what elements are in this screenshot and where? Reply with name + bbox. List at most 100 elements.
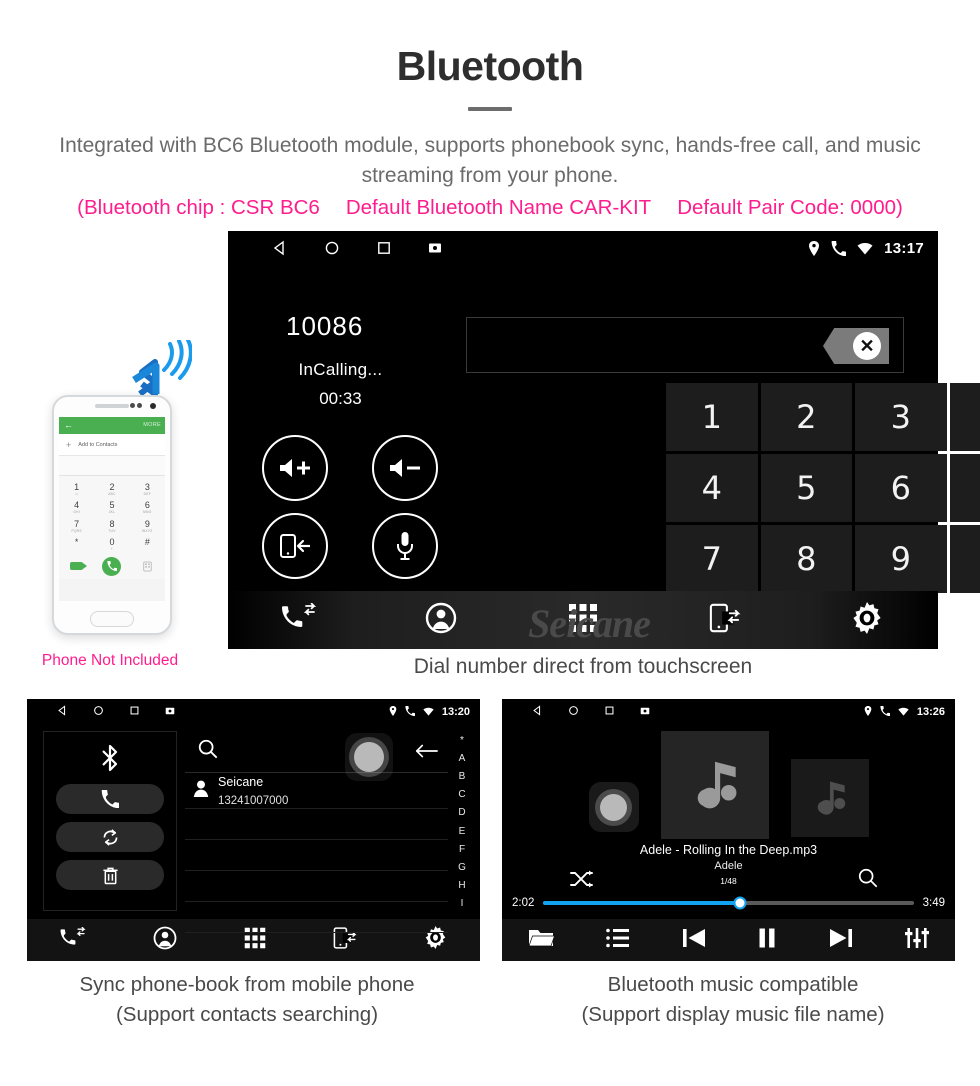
seek-progress: [543, 901, 740, 905]
backspace-button[interactable]: ✕: [823, 328, 889, 364]
volume-down-button[interactable]: [372, 435, 438, 501]
phone-icon: [831, 240, 847, 256]
nav-contacts[interactable]: [153, 926, 177, 955]
screenshot-icon[interactable]: [165, 703, 175, 721]
phone-number-field: [59, 456, 165, 476]
phonebook-list-panel: Seicane 13241007000: [185, 731, 448, 933]
dialed-number: 10086: [286, 311, 364, 341]
wifi-icon: [898, 703, 909, 721]
recents-icon[interactable]: [376, 240, 392, 256]
phone-add-to-contacts: + Add to Contacts: [59, 434, 165, 456]
album-art-next: [790, 759, 869, 837]
phone-key-0: 0 +: [109, 537, 115, 552]
alphabet-index[interactable]: * A B C D E F G H I: [450, 731, 474, 913]
dialpad-key-3[interactable]: 3: [855, 383, 947, 451]
contact-row-empty: [185, 871, 448, 902]
index-letter[interactable]: I: [461, 898, 464, 909]
contact-row[interactable]: Seicane 13241007000: [185, 773, 448, 809]
screenshot-icon[interactable]: [640, 703, 650, 721]
equalizer-button[interactable]: [905, 927, 930, 954]
nav-keypad[interactable]: [519, 603, 647, 638]
caption-line-1: Bluetooth music compatible: [607, 973, 859, 996]
caption-line-2: (Support contacts searching): [115, 1002, 379, 1026]
dialpad-key-hash[interactable]: #: [949, 525, 980, 593]
back-icon[interactable]: [532, 703, 543, 721]
index-letter[interactable]: H: [458, 880, 465, 891]
phone-sync-icon: [709, 602, 741, 639]
page-subtitle: Integrated with BC6 Bluetooth module, su…: [59, 134, 921, 187]
album-art-current: [660, 731, 769, 839]
phone-add-label: Add to Contacts: [78, 441, 118, 448]
spec-chip: (Bluetooth chip : CSR BC6: [77, 195, 320, 219]
pause-button[interactable]: [757, 927, 777, 954]
index-letter[interactable]: B: [459, 771, 466, 782]
index-letter[interactable]: C: [458, 789, 465, 800]
back-arrow-icon[interactable]: [414, 742, 438, 765]
dialpad-key-7[interactable]: 7: [666, 525, 758, 593]
nav-phone-sync[interactable]: [661, 602, 789, 639]
dialpad-key-2[interactable]: 2: [760, 383, 852, 451]
next-button[interactable]: [829, 927, 853, 954]
contact-search-bar[interactable]: [185, 731, 448, 781]
dialpad-key-8[interactable]: 8: [760, 525, 852, 593]
home-icon[interactable]: [93, 703, 104, 721]
index-letter[interactable]: *: [460, 735, 464, 746]
home-icon[interactable]: [324, 240, 340, 256]
status-bar: 13:26: [502, 699, 955, 725]
spec-pair-code: Default Pair Code: 0000): [677, 195, 903, 219]
playlist-button[interactable]: [605, 928, 630, 953]
phone-key-9: 9 WXYZ: [142, 518, 153, 533]
dial-button[interactable]: [56, 784, 164, 814]
seek-handle[interactable]: [733, 896, 747, 910]
number-input-field[interactable]: ✕: [466, 317, 904, 373]
dialpad-key-6[interactable]: 6: [855, 454, 947, 522]
dialpad-key-0[interactable]: 0: [949, 454, 980, 522]
nav-settings[interactable]: [803, 601, 931, 639]
index-letter[interactable]: A: [459, 753, 466, 764]
duration-time: 3:49: [922, 897, 945, 909]
dialer-body: 10086 ✕ InCalling... 00:33 1 2 3 4 5 6 7…: [228, 265, 980, 613]
seek-bar-row: 2:02 3:49: [512, 896, 945, 910]
index-letter[interactable]: F: [459, 844, 465, 855]
previous-button[interactable]: [682, 927, 706, 954]
dialpad-key-1[interactable]: 1: [666, 383, 758, 451]
folder-button[interactable]: [528, 927, 555, 954]
delete-contacts-button[interactable]: [56, 860, 164, 890]
dialpad-key-4[interactable]: 4: [666, 454, 758, 522]
status-time: 13:20: [441, 706, 470, 718]
screenshot-icon[interactable]: [428, 241, 442, 255]
recents-icon[interactable]: [604, 703, 615, 721]
phone-sensor-dot: [137, 403, 142, 408]
volume-up-button[interactable]: [262, 435, 328, 501]
nav-call-log[interactable]: [60, 926, 86, 954]
phone-back-arrow-icon: ←: [64, 420, 73, 430]
dialpad-key-star[interactable]: *: [949, 383, 980, 451]
touch-ripple-indicator: [588, 782, 639, 832]
shuffle-icon[interactable]: [570, 869, 594, 894]
phone-keypad: 1 ∞ 2 ABC 3 DEF 4 GHI 5 JKL 6 MNO 7 PQRS 8 TUV 9 WXYZ * 0 + #: [59, 476, 165, 553]
home-icon[interactable]: [568, 703, 579, 721]
caption-line-2: (Support display music file name): [581, 1002, 885, 1026]
seek-bar[interactable]: [543, 896, 914, 910]
index-letter[interactable]: D: [458, 807, 465, 818]
phone-key-2: 2 ABC: [108, 481, 116, 496]
dialpad-key-9[interactable]: 9: [855, 525, 947, 593]
phone-icon: [880, 703, 891, 721]
contact-row-empty: [185, 809, 448, 840]
nav-call-log[interactable]: [235, 602, 363, 638]
nav-contacts[interactable]: [377, 602, 505, 639]
search-icon[interactable]: [857, 867, 879, 894]
dialpad-key-5[interactable]: 5: [760, 454, 852, 522]
mute-mic-button[interactable]: [372, 513, 438, 579]
phone-front-camera: [150, 403, 156, 409]
index-letter[interactable]: E: [459, 826, 466, 837]
back-icon[interactable]: [57, 703, 68, 721]
index-letter[interactable]: G: [458, 862, 466, 873]
music-caption: Bluetooth music compatible (Support disp…: [500, 970, 966, 1029]
sync-contacts-button[interactable]: [56, 822, 164, 852]
phone-key-8: 8 TUV: [108, 518, 116, 533]
recents-icon[interactable]: [129, 703, 140, 721]
phone-key-7: 7 PQRS: [71, 518, 82, 533]
transfer-audio-button[interactable]: [262, 513, 328, 579]
back-icon[interactable]: [272, 240, 288, 256]
